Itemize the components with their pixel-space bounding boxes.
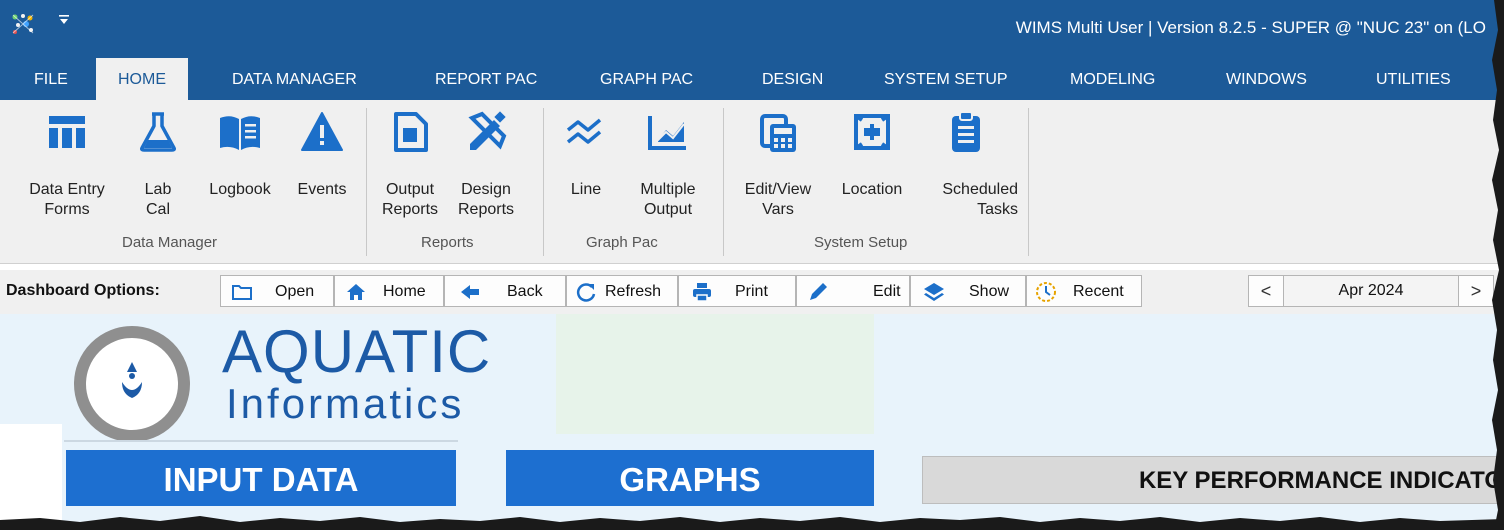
location-icon xyxy=(854,114,890,150)
area-chart-icon xyxy=(648,116,686,150)
tab-file[interactable]: FILE xyxy=(34,56,68,100)
quick-access-dropdown-icon[interactable] xyxy=(58,14,70,26)
location-button[interactable]: Location xyxy=(828,110,916,200)
edit-label: Edit xyxy=(873,283,901,300)
home-icon xyxy=(347,284,365,300)
design-reports-button[interactable]: Design Reports xyxy=(442,110,530,220)
lab-cal-button[interactable]: Lab Cal xyxy=(130,110,186,220)
data-entry-forms-label: Data Entry Forms xyxy=(29,181,105,218)
scheduled-tasks-button[interactable]: Scheduled Tasks xyxy=(914,110,1018,220)
torn-edge xyxy=(0,516,1504,530)
tab-report-pac[interactable]: REPORT PAC xyxy=(435,56,537,100)
aquatic-logo-mark xyxy=(74,326,190,442)
tab-home[interactable]: HOME xyxy=(96,58,188,100)
clock-icon xyxy=(1036,282,1056,302)
printer-icon xyxy=(693,283,711,302)
group-label-reports: Reports xyxy=(421,234,474,251)
group-label-data-manager: Data Manager xyxy=(122,234,218,251)
recent-label: Recent xyxy=(1073,283,1124,300)
tab-utilities[interactable]: UTILITIES xyxy=(1376,56,1451,100)
multiple-output-label: Multiple Output xyxy=(640,181,696,218)
location-label: Location xyxy=(841,181,903,198)
table-icon xyxy=(49,116,85,148)
refresh-icon xyxy=(576,283,596,302)
line-graph-label: Line xyxy=(570,181,602,198)
refresh-label: Refresh xyxy=(605,283,662,300)
group-separator xyxy=(1028,108,1029,256)
report-icon xyxy=(394,112,428,152)
print-label: Print xyxy=(735,283,768,300)
group-label-graph-pac: Graph Pac xyxy=(586,234,658,251)
layers-icon xyxy=(924,283,944,301)
logbook-label: Logbook xyxy=(209,181,271,198)
open-label: Open xyxy=(275,283,315,300)
dashboard-canvas: AQUATIC Informatics INPUT DATA GRAPHS KE… xyxy=(0,314,1504,530)
input-data-button[interactable]: INPUT DATA xyxy=(66,450,456,506)
divider xyxy=(64,440,458,442)
back-button[interactable]: Back xyxy=(444,275,566,307)
logbook-button[interactable]: Logbook xyxy=(196,110,284,200)
tab-data-manager[interactable]: DATA MANAGER xyxy=(232,56,357,100)
ribbon-panel: Data Entry Forms Lab Cal Logbook Events … xyxy=(0,100,1504,264)
dashboard-panel-green xyxy=(556,314,874,434)
book-icon xyxy=(220,116,260,150)
warning-icon xyxy=(301,112,343,151)
design-tools-icon xyxy=(468,111,507,150)
logo-subtitle: Informatics xyxy=(226,380,465,427)
events-button[interactable]: Events xyxy=(290,110,354,200)
show-button[interactable]: Show xyxy=(910,275,1026,307)
group-label-system-setup: System Setup xyxy=(814,234,908,251)
data-entry-forms-button[interactable]: Data Entry Forms xyxy=(14,110,120,220)
open-button[interactable]: Open xyxy=(220,275,334,307)
edit-button[interactable]: Edit xyxy=(796,275,910,307)
graphs-button[interactable]: GRAPHS xyxy=(506,450,874,506)
dashboard-options-bar: Dashboard Options: Open Home Back Refres… xyxy=(0,270,1504,314)
flask-icon xyxy=(140,112,176,152)
back-arrow-icon xyxy=(461,285,479,299)
dashboard-options-label: Dashboard Options: xyxy=(6,282,160,299)
kpi-header[interactable]: KEY PERFORMANCE INDICATO xyxy=(922,456,1504,504)
app-window: WIMS Multi User | Version 8.2.5 - SUPER … xyxy=(0,0,1504,530)
design-reports-label: Design Reports xyxy=(457,181,515,218)
title-bar[interactable]: WIMS Multi User | Version 8.2.5 - SUPER … xyxy=(0,0,1504,56)
back-label: Back xyxy=(507,283,543,300)
group-separator xyxy=(366,108,367,256)
edit-view-vars-button[interactable]: Edit/View Vars xyxy=(734,110,822,220)
previous-month-button[interactable]: < xyxy=(1248,275,1284,307)
multiple-output-button[interactable]: Multiple Output xyxy=(626,110,710,220)
line-graph-button[interactable]: Line xyxy=(556,110,616,200)
app-logo-icon xyxy=(12,14,34,34)
lab-cal-label: Lab Cal xyxy=(144,181,172,218)
refresh-button[interactable]: Refresh xyxy=(566,275,678,307)
torn-right-edge xyxy=(1492,0,1504,530)
water-drop-icon xyxy=(122,362,142,398)
edit-view-vars-label: Edit/View Vars xyxy=(744,181,812,218)
tab-design[interactable]: DESIGN xyxy=(762,56,823,100)
clipboard-icon xyxy=(952,111,980,152)
group-separator xyxy=(543,108,544,256)
events-label: Events xyxy=(297,181,347,198)
home-label: Home xyxy=(383,283,426,300)
calculator-icon xyxy=(760,114,796,152)
output-reports-button[interactable]: Output Reports xyxy=(380,110,440,220)
tab-system-setup[interactable]: SYSTEM SETUP xyxy=(884,56,1008,100)
month-display: Apr 2024 xyxy=(1284,275,1458,307)
ribbon-tab-bar: FILE HOME DATA MANAGER REPORT PAC GRAPH … xyxy=(0,56,1504,100)
tab-modeling[interactable]: MODELING xyxy=(1070,56,1155,100)
folder-icon xyxy=(232,285,252,300)
print-button[interactable]: Print xyxy=(678,275,796,307)
logo-wordmark: AQUATIC xyxy=(222,318,492,385)
home-button[interactable]: Home xyxy=(334,275,444,307)
tab-windows[interactable]: WINDOWS xyxy=(1226,56,1307,100)
tab-graph-pac[interactable]: GRAPH PAC xyxy=(600,56,693,100)
group-separator xyxy=(723,108,724,256)
window-title: WIMS Multi User | Version 8.2.5 - SUPER … xyxy=(1015,18,1486,37)
output-reports-label: Output Reports xyxy=(381,181,439,218)
pencil-icon xyxy=(810,283,827,300)
show-label: Show xyxy=(969,283,1010,300)
scheduled-tasks-label: Scheduled Tasks xyxy=(942,181,1018,218)
recent-button[interactable]: Recent xyxy=(1026,275,1142,307)
line-chart-icon xyxy=(566,118,602,144)
